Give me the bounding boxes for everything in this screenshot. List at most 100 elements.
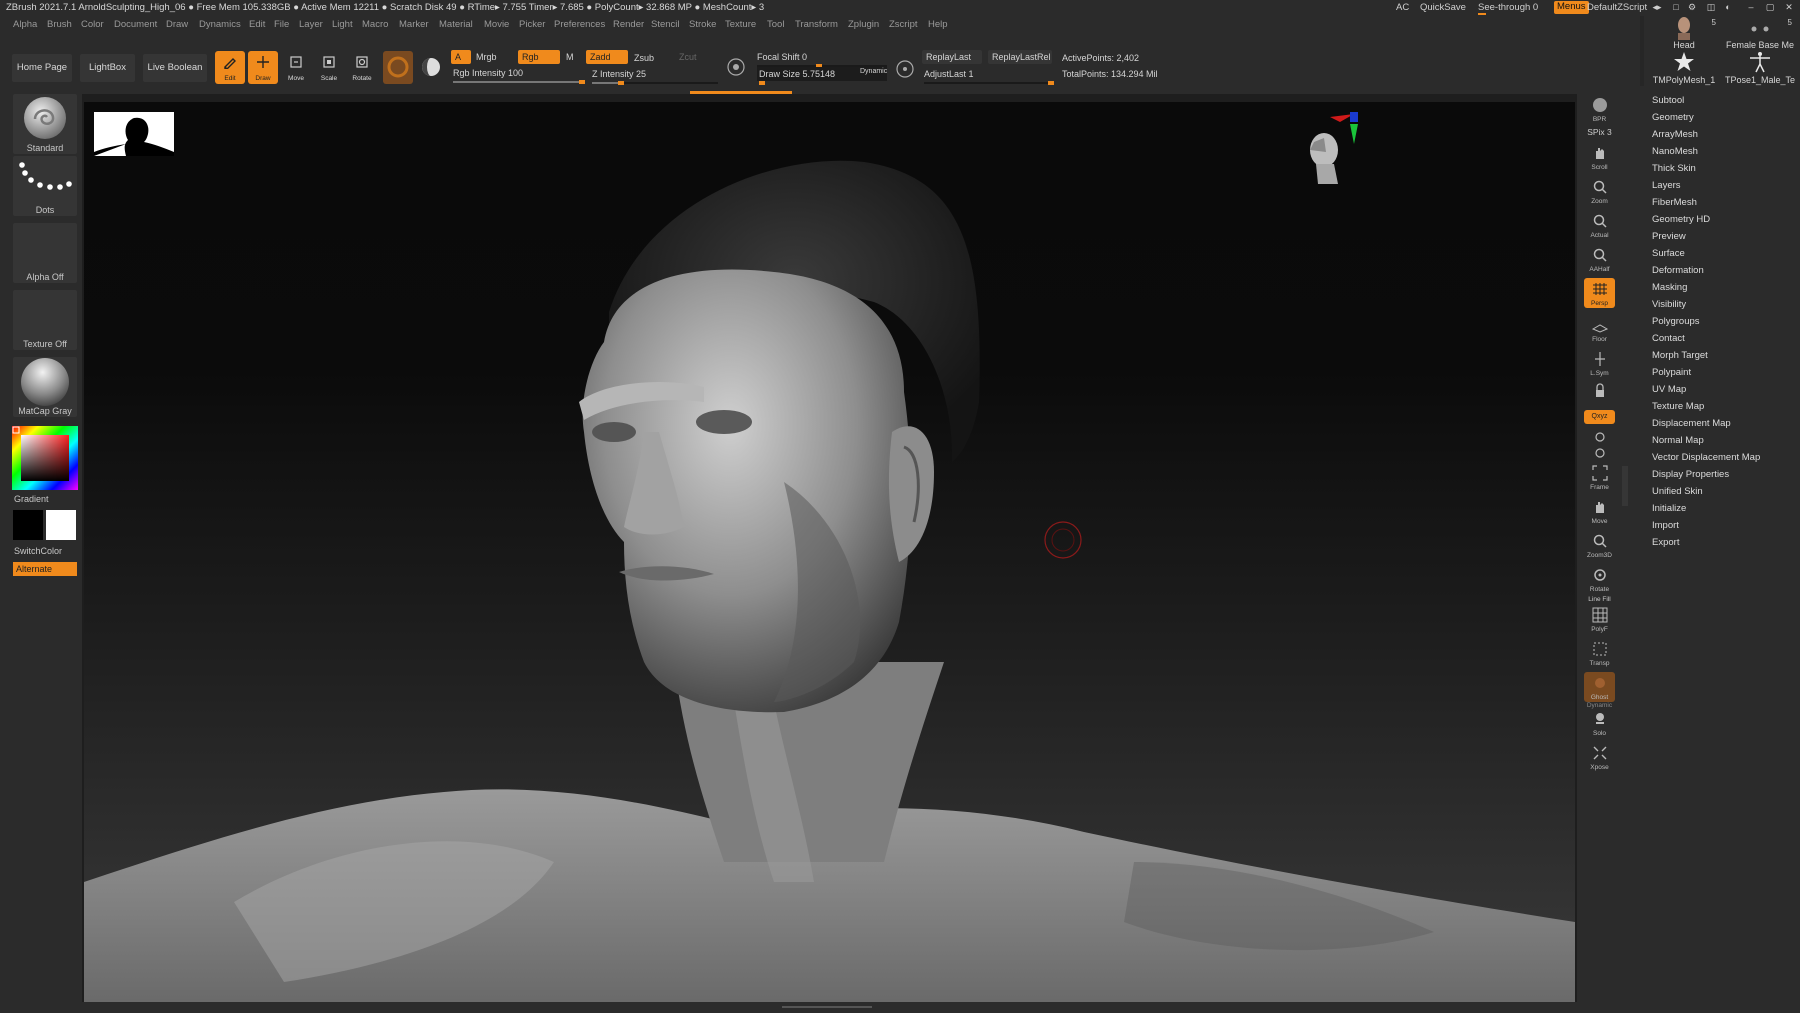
alpha-selector[interactable]: Alpha Off: [13, 223, 77, 283]
tool-thumb-head[interactable]: 5 Head: [1648, 16, 1720, 50]
m-toggle[interactable]: M: [562, 50, 578, 64]
tool-contact[interactable]: Contact: [1652, 333, 1685, 344]
tool-deformation[interactable]: Deformation: [1652, 265, 1704, 276]
z-intensity-slider[interactable]: Z Intensity 25: [592, 67, 718, 85]
rgb-toggle[interactable]: Rgb: [518, 50, 560, 64]
close-icon[interactable]: ✕: [1783, 2, 1795, 13]
focal-shift-icon[interactable]: [725, 56, 747, 78]
primary-color-swatch[interactable]: [13, 510, 43, 540]
tool-subtool[interactable]: Subtool: [1652, 95, 1684, 106]
theme-icon[interactable]: ◐: [1722, 2, 1734, 13]
tool-masking[interactable]: Masking: [1652, 282, 1687, 293]
menu-draw[interactable]: Draw: [166, 19, 188, 30]
tool-thumb-tmpolymesh[interactable]: TMPolyMesh_1: [1648, 51, 1720, 85]
menu-macro[interactable]: Macro: [362, 19, 388, 30]
view-gizmo[interactable]: [1292, 112, 1364, 192]
spotlight-button[interactable]: [416, 51, 446, 84]
persp-button[interactable]: Persp: [1584, 278, 1615, 308]
zadd-toggle[interactable]: Zadd: [586, 50, 628, 64]
texture-selector[interactable]: Texture Off: [13, 290, 77, 350]
menu-document[interactable]: Document: [114, 19, 157, 30]
bpr-button[interactable]: BPR: [1584, 94, 1615, 124]
window-icon[interactable]: □: [1670, 2, 1682, 13]
adjust-last-slider[interactable]: AdjustLast 1: [924, 67, 1054, 85]
layout-icon[interactable]: ◫: [1705, 2, 1717, 13]
menu-dynamics[interactable]: Dynamics: [199, 19, 241, 30]
secondary-color-swatch[interactable]: [46, 510, 76, 540]
frame-button[interactable]: Frame: [1584, 462, 1615, 492]
tool-preview[interactable]: Preview: [1652, 231, 1686, 242]
menu-file[interactable]: File: [274, 19, 289, 30]
live-boolean-button[interactable]: Live Boolean: [143, 54, 207, 82]
ac-button[interactable]: AC: [1396, 2, 1409, 13]
xyz-button[interactable]: Qxyz: [1584, 410, 1615, 424]
bottom-tray-strip[interactable]: [82, 1002, 1577, 1013]
tool-thumb-tpose[interactable]: TPose1_Male_Te: [1724, 51, 1796, 85]
menu-render[interactable]: Render: [613, 19, 644, 30]
tool-layers[interactable]: Layers: [1652, 180, 1681, 191]
tool-vector-displacement-map[interactable]: Vector Displacement Map: [1652, 452, 1760, 463]
alternate-button[interactable]: Alternate: [13, 562, 77, 576]
floor-button[interactable]: Floor: [1584, 314, 1615, 344]
zoom3d-button[interactable]: Zoom3D: [1584, 530, 1615, 560]
tool-surface[interactable]: Surface: [1652, 248, 1685, 259]
draw-button[interactable]: Draw: [248, 51, 278, 84]
menu-zscript[interactable]: Zscript: [889, 19, 918, 30]
edit-button[interactable]: Edit: [215, 51, 245, 84]
rotate-y-button[interactable]: [1584, 428, 1615, 444]
switch-color-label[interactable]: SwitchColor: [14, 546, 62, 556]
lsym-button[interactable]: L.Sym: [1584, 348, 1615, 378]
quicksave-button[interactable]: QuickSave: [1420, 2, 1466, 13]
stroke-selector[interactable]: Dots: [13, 156, 77, 216]
tool-thick-skin[interactable]: Thick Skin: [1652, 163, 1696, 174]
aahalf-button[interactable]: AAHalf: [1584, 244, 1615, 274]
a-toggle[interactable]: A: [451, 50, 471, 64]
move-button[interactable]: Move: [281, 51, 311, 84]
tool-unified-skin[interactable]: Unified Skin: [1652, 486, 1703, 497]
solo-button[interactable]: Solo: [1584, 708, 1615, 738]
tool-normal-map[interactable]: Normal Map: [1652, 435, 1704, 446]
palette-collapse-handle[interactable]: [1622, 466, 1628, 506]
menu-light[interactable]: Light: [332, 19, 353, 30]
tool-geometry-hd[interactable]: Geometry HD: [1652, 214, 1710, 225]
menu-stencil[interactable]: Stencil: [651, 19, 680, 30]
rotate-button[interactable]: Rotate: [347, 51, 377, 84]
scroll-button[interactable]: Scroll: [1584, 142, 1615, 172]
tool-display-properties[interactable]: Display Properties: [1652, 469, 1729, 480]
mrgb-toggle[interactable]: Mrgb: [472, 50, 501, 64]
home-page-button[interactable]: Home Page: [12, 54, 72, 82]
tool-nanomesh[interactable]: NanoMesh: [1652, 146, 1698, 157]
tool-morph-target[interactable]: Morph Target: [1652, 350, 1708, 361]
menu-edit[interactable]: Edit: [249, 19, 265, 30]
material-selector[interactable]: MatCap Gray: [13, 357, 77, 417]
polyf-button[interactable]: PolyF: [1584, 604, 1615, 634]
actual-button[interactable]: Actual: [1584, 210, 1615, 240]
tool-texture-map[interactable]: Texture Map: [1652, 401, 1704, 412]
default-zscript-button[interactable]: DefaultZScript: [1587, 2, 1647, 13]
focal-shift-slider[interactable]: Focal Shift 0: [757, 50, 887, 68]
menu-marker[interactable]: Marker: [399, 19, 429, 30]
menu-tool[interactable]: Tool: [767, 19, 784, 30]
menus-toggle[interactable]: Menus: [1554, 1, 1589, 14]
tool-geometry[interactable]: Geometry: [1652, 112, 1694, 123]
menu-color[interactable]: Color: [81, 19, 104, 30]
material-sphere-button[interactable]: [383, 51, 413, 84]
menu-picker[interactable]: Picker: [519, 19, 545, 30]
tool-arraymesh[interactable]: ArrayMesh: [1652, 129, 1698, 140]
minimize-icon[interactable]: –: [1745, 2, 1757, 13]
see-through-slider[interactable]: See-through 0: [1478, 2, 1542, 15]
menu-texture[interactable]: Texture: [725, 19, 756, 30]
menu-help[interactable]: Help: [928, 19, 948, 30]
zoom-button[interactable]: Zoom: [1584, 176, 1615, 206]
xpose-button[interactable]: Xpose: [1584, 742, 1615, 772]
rgb-intensity-slider[interactable]: Rgb Intensity 100: [453, 66, 585, 84]
menu-transform[interactable]: Transform: [795, 19, 838, 30]
zsub-toggle[interactable]: Zsub: [630, 51, 658, 65]
lazymouse-icon[interactable]: [894, 58, 916, 80]
scale-button[interactable]: Scale: [314, 51, 344, 84]
replay-last-button[interactable]: ReplayLast: [922, 50, 982, 64]
tool-displacement-map[interactable]: Displacement Map: [1652, 418, 1731, 429]
menu-alpha[interactable]: Alpha: [13, 19, 37, 30]
tool-uv-map[interactable]: UV Map: [1652, 384, 1686, 395]
menu-preferences[interactable]: Preferences: [554, 19, 605, 30]
